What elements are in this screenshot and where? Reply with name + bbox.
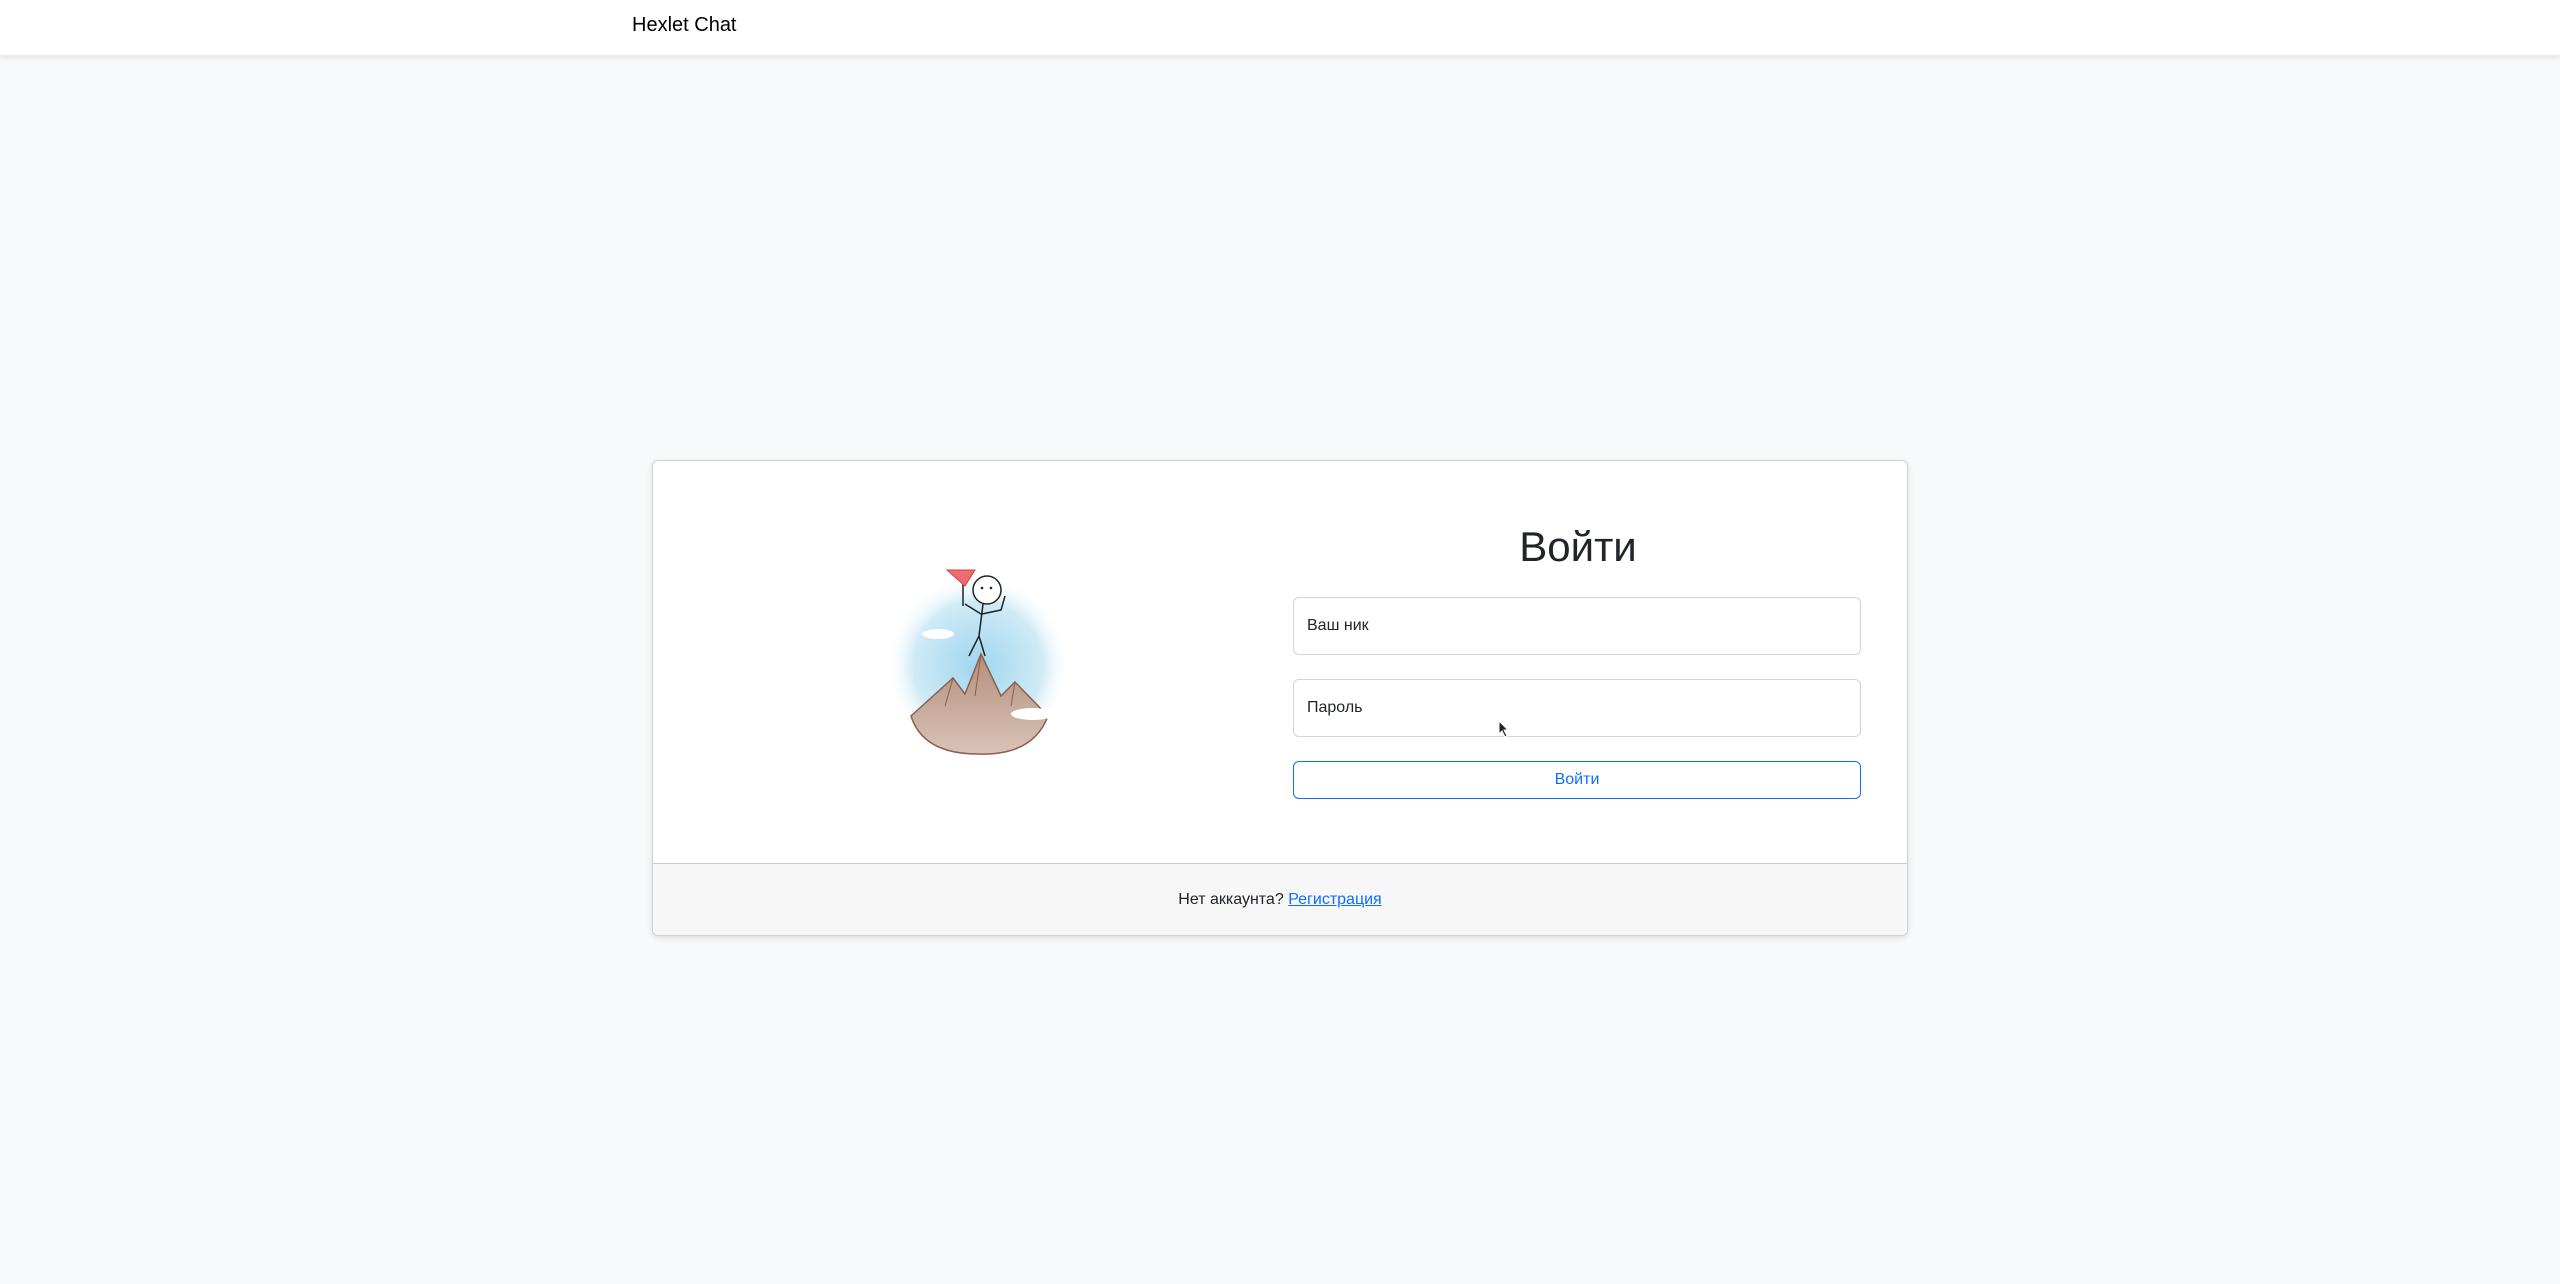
username-field[interactable]: Ваш ник <box>1293 597 1861 655</box>
password-input[interactable] <box>1294 680 1860 736</box>
climber-on-mountain-illustration <box>886 569 1070 758</box>
no-account-text: Нет аккаунта? <box>1178 891 1284 908</box>
signup-link[interactable]: Регистрация <box>1288 891 1382 908</box>
brand-link[interactable]: Hexlet Chat <box>632 14 737 37</box>
top-navbar: Hexlet Chat <box>0 0 2560 56</box>
login-card-footer: Нет аккаунта? Регистрация <box>653 863 1907 935</box>
login-card-body: Войти Ваш ник Пароль Войти <box>653 461 1907 863</box>
login-card: Войти Ваш ник Пароль Войти Нет аккаунта?… <box>652 460 1908 936</box>
mouse-pointer-icon <box>1498 720 1510 738</box>
login-submit-button[interactable]: Войти <box>1293 761 1861 799</box>
password-field[interactable]: Пароль <box>1293 679 1861 737</box>
login-title: Войти <box>1519 523 1637 570</box>
username-input[interactable] <box>1294 598 1860 654</box>
